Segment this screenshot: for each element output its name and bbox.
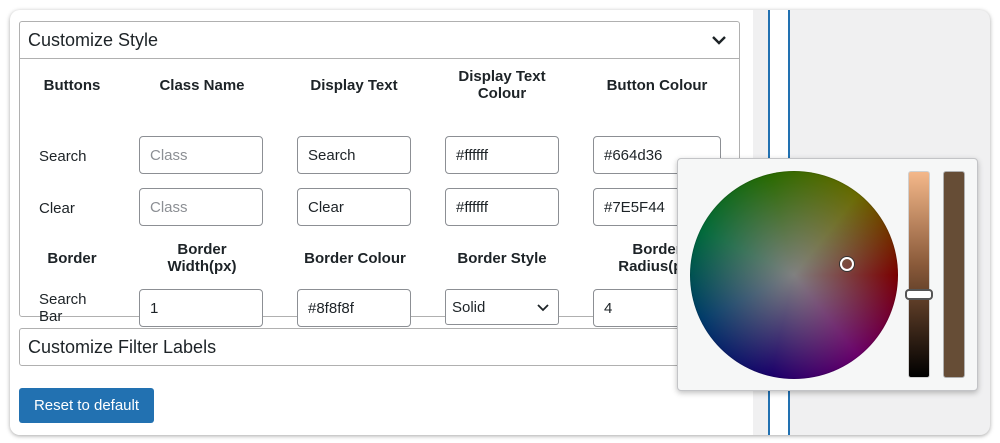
reset-to-default-button[interactable]: Reset to default [19,388,154,423]
customize-filter-labels-title: Customize Filter Labels [28,337,217,357]
customize-filter-labels-header[interactable]: Customize Filter Labels [20,329,739,366]
header-border: Border [47,250,97,267]
chevron-down-icon[interactable] [709,30,729,50]
class-input-clear[interactable]: Class [139,188,263,226]
header-display-text-colour-line2: Colour [477,85,527,102]
header-border-style: Border Style [457,250,547,267]
header-border-width-line2: Width(px) [167,258,237,275]
display-text-input-search[interactable]: Search [297,136,411,174]
text-colour-input-clear[interactable]: #ffffff [445,188,559,226]
color-wheel[interactable] [690,171,898,379]
row-label-search-bar: Search Bar [39,291,87,325]
customize-filter-labels-section[interactable]: Customize Filter Labels [19,328,740,366]
row-label-clear: Clear [39,200,75,217]
class-input-search[interactable]: Class [139,136,263,174]
header-display-text: Display Text [310,77,398,94]
color-wheel-handle[interactable] [840,257,854,271]
header-class-name: Class Name [159,77,245,94]
customize-style-header[interactable]: Customize Style [20,22,739,59]
customize-style-section: Customize Style Buttons Class Name Displ… [19,21,740,327]
row-label-search-bar-line2: Bar [39,308,63,325]
header-border-width-line1: Border [177,241,227,258]
header-border-colour: Border Colour [304,250,406,267]
header-buttons: Buttons [43,77,101,94]
row-label-search-bar-line1: Search [39,291,87,308]
row-label-search: Search [39,148,87,165]
header-display-text-colour-line1: Display Text [458,68,546,85]
header-button-colour: Button Colour [606,77,708,94]
border-width-input[interactable]: 1 [139,289,263,327]
header-display-text-colour: Display Text Colour [434,68,570,102]
luminance-slider[interactable] [908,171,930,378]
color-picker-popup [677,158,978,391]
customize-style-title: Customize Style [28,29,159,50]
select-chevron-icon [537,304,549,312]
current-color-swatch [943,171,965,378]
display-text-input-clear[interactable]: Clear [297,188,411,226]
border-colour-input[interactable]: #8f8f8f [297,289,411,327]
border-style-value: Solid [452,298,486,316]
luminance-slider-handle[interactable] [905,289,933,300]
header-border-width: Border Width(px) [140,241,264,275]
text-colour-input-search[interactable]: #ffffff [445,136,559,174]
border-style-select[interactable]: Solid [445,289,559,325]
